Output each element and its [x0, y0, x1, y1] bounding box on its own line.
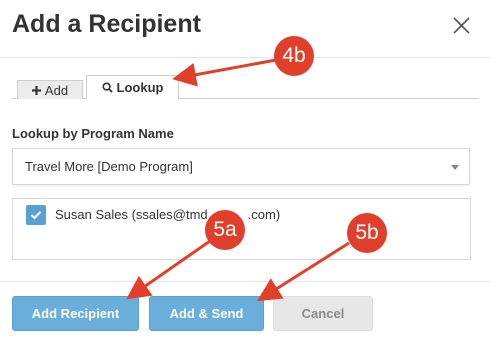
add-send-button[interactable]: Add & Send: [149, 296, 264, 331]
program-select[interactable]: Travel More [Demo Program]: [12, 148, 470, 185]
program-select-value: Travel More [Demo Program]: [25, 159, 193, 174]
annotation-badge-4b: 4b: [274, 36, 314, 76]
cancel-button[interactable]: Cancel: [273, 296, 373, 331]
add-recipient-button[interactable]: Add Recipient: [12, 296, 139, 331]
arrow-4b: [172, 58, 277, 87]
add-recipient-dialog: Add a Recipient Add Lookup Lookup by Pro…: [0, 0, 491, 344]
recipient-label-head: Susan Sales (ssales@tmd: [55, 207, 208, 222]
chevron-down-icon: [451, 165, 459, 170]
close-icon[interactable]: [449, 14, 473, 38]
recipient-label-tail: .com): [247, 207, 281, 222]
dialog-title: Add a Recipient: [12, 10, 201, 38]
tab-add[interactable]: Add: [17, 80, 83, 99]
tab-add-label: Add: [44, 82, 69, 98]
checkmark-icon: [30, 211, 42, 220]
annotation-badge-5b: 5b: [347, 213, 387, 253]
annotation-badge-5a: 5a: [205, 210, 245, 250]
footer-divider: [0, 281, 491, 282]
tab-lookup-label: Lookup: [116, 80, 164, 95]
lookup-section-label: Lookup by Program Name: [12, 126, 174, 141]
recipient-label: Susan Sales (ssales@tmd .com): [55, 207, 280, 222]
plus-icon: [31, 85, 41, 95]
header-divider: [0, 57, 491, 58]
tab-lookup[interactable]: Lookup: [86, 75, 179, 100]
search-icon: [101, 82, 113, 93]
recipient-checkbox[interactable]: [26, 205, 46, 225]
